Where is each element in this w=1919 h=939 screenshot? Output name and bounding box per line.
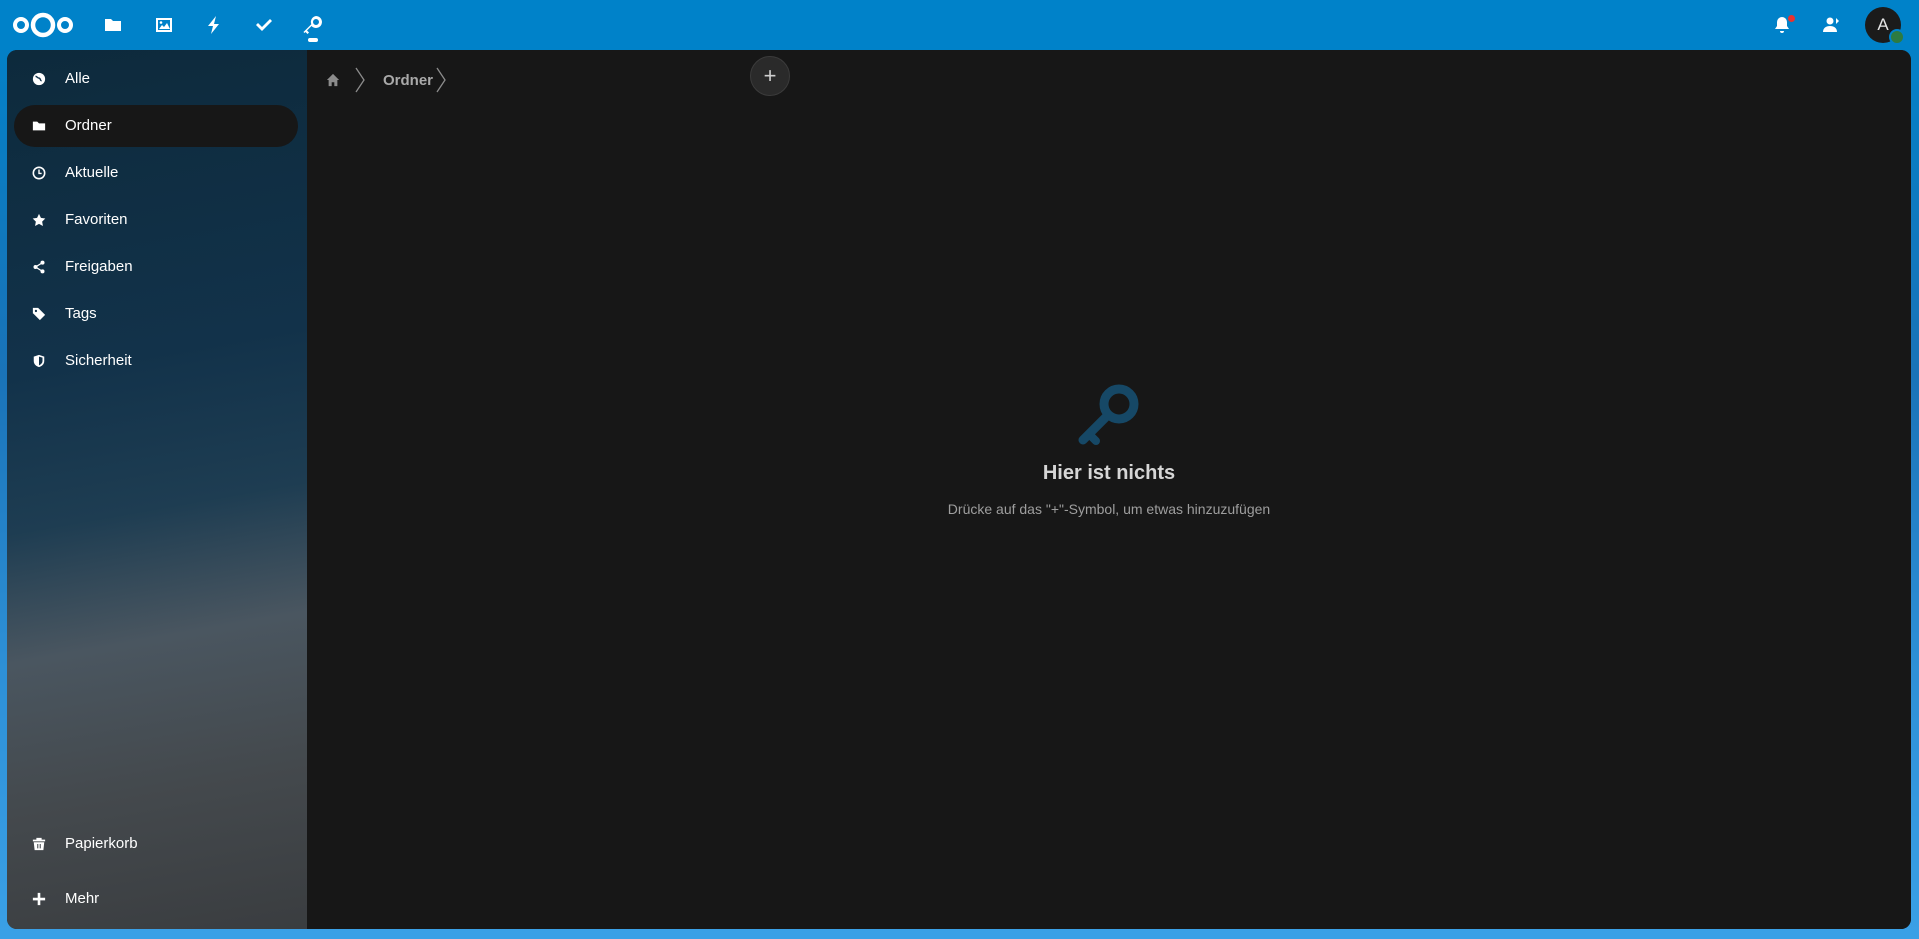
sidebar-item-freigaben[interactable]: Freigaben [14, 246, 298, 288]
main-content: Ordner + Hier ist nichts Drücke auf das … [307, 50, 1911, 929]
active-app-indicator [308, 38, 318, 42]
shield-icon [31, 353, 47, 369]
contacts-icon[interactable] [1815, 10, 1847, 40]
sidebar-item-alle[interactable]: Alle [14, 58, 298, 100]
breadcrumb-separator-icon [355, 67, 365, 93]
files-icon[interactable] [98, 10, 128, 40]
sidebar-item-label: Tags [65, 305, 97, 322]
sidebar-item-label: Ordner [65, 117, 112, 134]
home-icon[interactable] [323, 70, 343, 90]
empty-state-title: Hier ist nichts [1042, 462, 1176, 484]
sidebar-item-tags[interactable]: Tags [14, 293, 298, 335]
activity-icon[interactable] [199, 10, 229, 40]
empty-state: Hier ist nichts Drücke auf das "+"-Symbo… [307, 380, 1911, 517]
sidebar-item-label: Mehr [65, 890, 100, 907]
add-button[interactable]: + [750, 56, 790, 96]
sidebar: Alle Ordner Aktuelle Favoriten Freigaben [7, 50, 307, 929]
sidebar-item-sicherheit[interactable]: Sicherheit [14, 340, 298, 382]
notification-badge [1788, 15, 1795, 22]
sidebar-item-aktuelle[interactable]: Aktuelle [14, 152, 298, 194]
sidebar-item-mehr[interactable]: Mehr [14, 878, 298, 920]
status-online-indicator [1889, 29, 1905, 45]
sidebar-item-papierkorb[interactable]: Papierkorb [14, 823, 298, 865]
share-icon [31, 259, 47, 275]
sidebar-item-label: Alle [65, 70, 91, 87]
tasks-icon[interactable] [249, 10, 279, 40]
photos-icon[interactable] [149, 10, 179, 40]
sidebar-item-label: Aktuelle [65, 164, 119, 181]
nextcloud-logo-icon[interactable] [12, 11, 74, 39]
breadcrumb-current[interactable]: Ordner [383, 73, 433, 89]
sidebar-item-ordner[interactable]: Ordner [14, 105, 298, 147]
sidebar-item-label: Papierkorb [65, 835, 138, 852]
sidebar-item-favoriten[interactable]: Favoriten [14, 199, 298, 241]
folder-icon [31, 118, 47, 134]
empty-state-subtitle: Drücke auf das "+"-Symbol, um etwas hinz… [947, 501, 1271, 517]
passwords-icon[interactable] [298, 10, 328, 40]
star-icon [31, 212, 47, 228]
app-frame: Alle Ordner Aktuelle Favoriten Freigaben [7, 50, 1911, 929]
sidebar-item-label: Favoriten [65, 211, 128, 228]
trash-icon [31, 836, 47, 852]
key-icon [1078, 384, 1139, 445]
sidebar-item-label: Freigaben [65, 258, 133, 275]
globe-icon [31, 71, 47, 87]
breadcrumb-separator-icon [436, 67, 446, 93]
clock-icon [31, 165, 47, 181]
top-bar: A [0, 0, 1919, 50]
tag-icon [31, 306, 47, 322]
plus-icon [31, 891, 47, 907]
sidebar-item-label: Sicherheit [65, 352, 132, 369]
